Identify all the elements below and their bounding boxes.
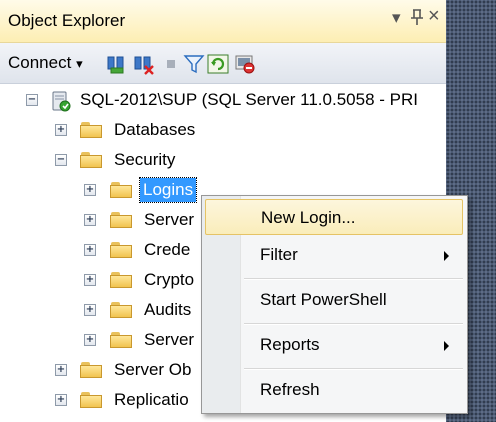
menu-item-new-login[interactable]: New Login...	[205, 199, 463, 235]
menu-item-filter[interactable]: Filter	[205, 237, 463, 273]
expand-icon[interactable]: +	[84, 184, 96, 196]
menu-label-new-login: New Login...	[261, 208, 356, 227]
connect-object-icon[interactable]	[106, 53, 126, 74]
tree-label-server-roles: Server	[144, 210, 195, 229]
title-bar: Object Explorer ▾ ×	[0, 0, 446, 43]
tree-row-databases[interactable]: + Databases	[0, 116, 446, 144]
submenu-arrow-icon	[444, 251, 449, 261]
tree-label-security: Security	[114, 150, 176, 169]
connect-label: Connect	[8, 53, 72, 72]
tree-row-server[interactable]: − SQL-2012\SUP (SQL Server 11.0.5058 - P…	[0, 86, 446, 114]
folder-icon	[80, 362, 102, 378]
tree-label-audits: Audits	[144, 300, 192, 319]
folder-icon	[80, 392, 102, 408]
tree-label-replication: Replicatio	[114, 390, 189, 409]
folder-icon	[110, 272, 132, 288]
filter-icon[interactable]	[183, 53, 205, 74]
menu-item-start-powershell[interactable]: Start PowerShell	[205, 282, 463, 318]
activity-monitor-icon[interactable]	[234, 53, 255, 74]
folder-icon	[80, 152, 102, 168]
panel-title: Object Explorer	[8, 11, 126, 30]
tree-label-server-objects: Server Ob	[114, 360, 192, 379]
folder-icon	[110, 182, 132, 198]
expand-icon[interactable]: +	[84, 244, 96, 256]
collapse-icon[interactable]: −	[55, 154, 67, 166]
submenu-arrow-icon	[444, 341, 449, 351]
tree-label-cryptographic: Crypto	[144, 270, 195, 289]
refresh-icon[interactable]	[207, 53, 229, 74]
menu-separator	[244, 323, 463, 325]
menu-label-refresh: Refresh	[260, 380, 320, 399]
close-icon[interactable]: ×	[428, 5, 440, 28]
expand-icon[interactable]: +	[55, 364, 67, 376]
tree-label-credentials: Crede	[144, 240, 191, 259]
expand-icon[interactable]: +	[84, 304, 96, 316]
menu-label-start-powershell: Start PowerShell	[260, 290, 387, 309]
menu-label-reports: Reports	[260, 335, 320, 354]
folder-icon	[80, 122, 102, 138]
expand-icon[interactable]: +	[84, 214, 96, 226]
expand-icon[interactable]: +	[84, 334, 96, 346]
dropdown-icon[interactable]: ▾	[392, 8, 401, 28]
folder-icon	[110, 242, 132, 258]
connect-button[interactable]: Connect ▾	[8, 53, 83, 73]
expand-icon[interactable]: +	[55, 124, 67, 136]
collapse-icon[interactable]: −	[26, 94, 38, 106]
menu-separator	[244, 278, 463, 280]
menu-item-reports[interactable]: Reports	[205, 327, 463, 363]
disconnect-icon[interactable]	[133, 53, 154, 75]
menu-label-filter: Filter	[260, 245, 298, 264]
expand-icon[interactable]: +	[84, 274, 96, 286]
folder-icon	[110, 302, 132, 318]
tree-label-logins: Logins	[138, 177, 198, 203]
context-menu: New Login... Filter Start PowerShell Rep…	[201, 195, 468, 414]
menu-item-refresh[interactable]: Refresh	[205, 372, 463, 408]
toolbar: Connect ▾	[0, 43, 446, 84]
tree-label-databases: Databases	[114, 120, 196, 139]
tree-row-security[interactable]: − Security	[0, 146, 446, 174]
expand-icon[interactable]: +	[55, 394, 67, 406]
tree-label-server-audit-spec: Server	[144, 330, 195, 349]
stop-icon[interactable]	[160, 53, 180, 73]
server-label: SQL-2012\SUP (SQL Server 11.0.5058 - PRI	[80, 90, 418, 109]
pin-icon[interactable]	[410, 8, 424, 31]
folder-icon	[110, 212, 132, 228]
menu-separator	[244, 368, 463, 370]
connect-dropdown-icon: ▾	[76, 56, 83, 71]
folder-icon	[110, 332, 132, 348]
